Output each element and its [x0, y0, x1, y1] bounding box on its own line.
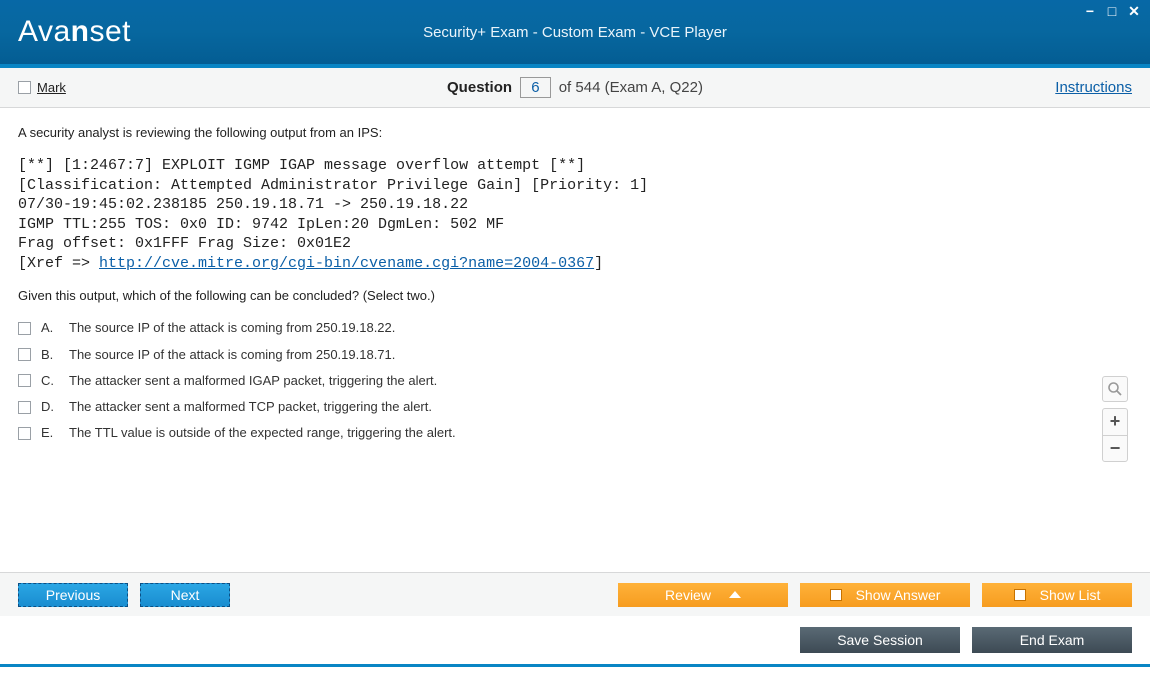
- end-exam-button[interactable]: End Exam: [972, 627, 1132, 653]
- zoom-controls: + −: [1102, 376, 1128, 462]
- minimize-icon[interactable]: −: [1082, 4, 1098, 18]
- option-letter: D.: [41, 398, 59, 416]
- option-c: C. The attacker sent a malformed IGAP pa…: [18, 372, 1132, 390]
- show-answer-button[interactable]: Show Answer: [800, 583, 970, 607]
- option-text: The source IP of the attack is coming fr…: [69, 319, 395, 337]
- close-icon[interactable]: ✕: [1126, 4, 1142, 18]
- question-number-box: 6: [520, 77, 550, 98]
- save-session-button[interactable]: Save Session: [800, 627, 960, 653]
- bottom-stripe: [0, 664, 1150, 667]
- action-bar: Previous Next Review Show Answer Show Li…: [0, 572, 1150, 616]
- option-letter: E.: [41, 424, 59, 442]
- zoom-in-button[interactable]: +: [1103, 409, 1127, 435]
- window-controls: − □ ✕: [1082, 4, 1142, 18]
- option-letter: A.: [41, 319, 59, 337]
- option-letter: B.: [41, 346, 59, 364]
- maximize-icon[interactable]: □: [1104, 4, 1120, 18]
- option-e-checkbox[interactable]: [18, 427, 31, 440]
- answer-options: A. The source IP of the attack is coming…: [18, 319, 1132, 442]
- option-text: The TTL value is outside of the expected…: [69, 424, 456, 442]
- show-answer-checkbox[interactable]: [830, 589, 842, 601]
- option-d-checkbox[interactable]: [18, 401, 31, 414]
- next-button[interactable]: Next: [140, 583, 230, 607]
- question-intro: A security analyst is reviewing the foll…: [18, 124, 1132, 142]
- option-e: E. The TTL value is outside of the expec…: [18, 424, 1132, 442]
- triangle-up-icon: [729, 591, 741, 598]
- option-a-checkbox[interactable]: [18, 322, 31, 335]
- option-text: The attacker sent a malformed IGAP packe…: [69, 372, 437, 390]
- option-b-checkbox[interactable]: [18, 348, 31, 361]
- option-a: A. The source IP of the attack is coming…: [18, 319, 1132, 337]
- search-icon[interactable]: [1102, 376, 1128, 402]
- window-title: Security+ Exam - Custom Exam - VCE Playe…: [0, 24, 1150, 41]
- toolbar: Mark Question 6 of 544 (Exam A, Q22) Ins…: [0, 68, 1150, 108]
- previous-button[interactable]: Previous: [18, 583, 128, 607]
- question-position: Question 6 of 544 (Exam A, Q22): [0, 77, 1150, 98]
- titlebar: Avanset Security+ Exam - Custom Exam - V…: [0, 0, 1150, 68]
- zoom-out-button[interactable]: −: [1103, 435, 1127, 461]
- footer-bar: Save Session End Exam: [0, 616, 1150, 664]
- option-text: The source IP of the attack is coming fr…: [69, 346, 395, 364]
- option-b: B. The source IP of the attack is coming…: [18, 346, 1132, 364]
- option-letter: C.: [41, 372, 59, 390]
- show-list-checkbox[interactable]: [1014, 589, 1026, 601]
- question-prompt: Given this output, which of the followin…: [18, 287, 1132, 305]
- review-button[interactable]: Review: [618, 583, 788, 607]
- show-list-button[interactable]: Show List: [982, 583, 1132, 607]
- ips-output: [**] [1:2467:7] EXPLOIT IGMP IGAP messag…: [18, 156, 1132, 273]
- app-logo: Avanset: [18, 15, 131, 49]
- xref-link[interactable]: http://cve.mitre.org/cgi-bin/cvename.cgi…: [99, 255, 594, 272]
- option-d: D. The attacker sent a malformed TCP pac…: [18, 398, 1132, 416]
- option-c-checkbox[interactable]: [18, 374, 31, 387]
- question-content: A security analyst is reviewing the foll…: [0, 108, 1150, 572]
- option-text: The attacker sent a malformed TCP packet…: [69, 398, 432, 416]
